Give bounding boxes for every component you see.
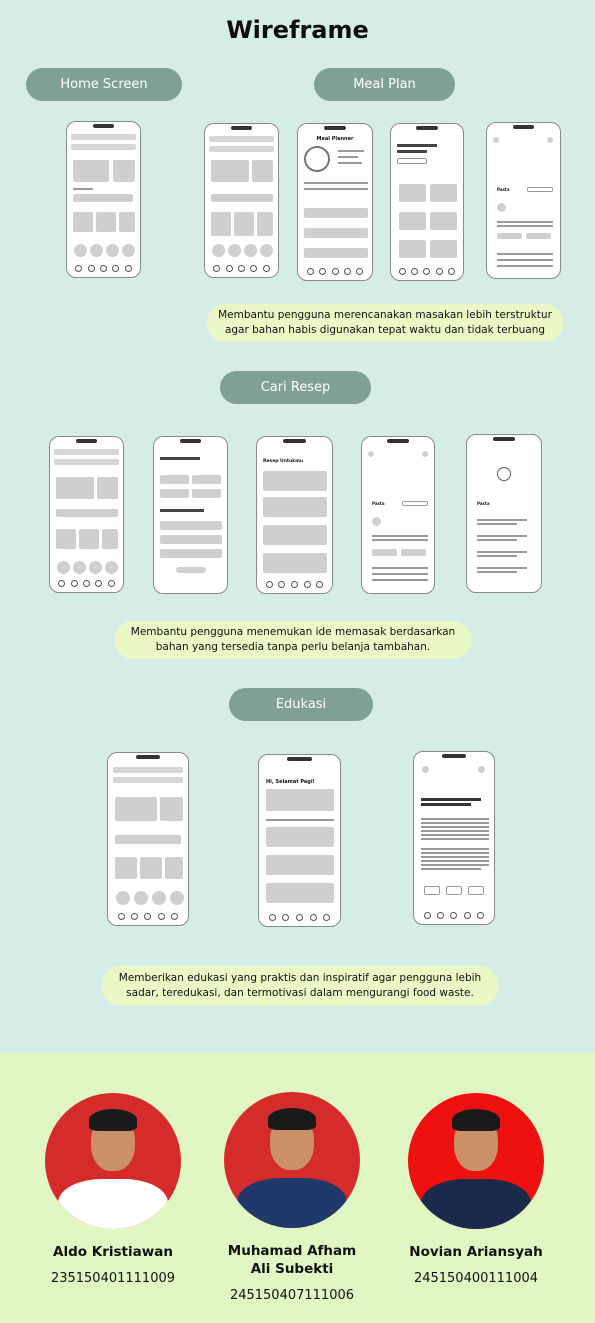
wireframe-edukasi-articles: Hi, Selamat Pagi! [258, 754, 341, 927]
avatar [408, 1093, 544, 1229]
page-title: Wireframe [226, 16, 369, 44]
member-name: Muhamad Afham Ali Subekti [227, 1243, 357, 1277]
recipe-title: Pasta [497, 187, 510, 192]
edukasi-greeting: Hi, Selamat Pagi! [266, 779, 315, 785]
wireframe-edukasi-article-detail [413, 751, 495, 925]
wireframe-meal-plan-home [204, 123, 279, 278]
avatar [45, 1093, 181, 1229]
meal-planner-heading: Meal Planner [316, 136, 354, 142]
wireframe-cari-resep-home [49, 436, 124, 593]
resep-untukmu-heading: Resep Untukmu [263, 459, 304, 464]
recipe-pasta-title: Pasta [372, 501, 385, 506]
section-label-edukasi: Edukasi [229, 688, 373, 721]
section-label-meal-plan: Meal Plan [314, 68, 455, 101]
member-id: 245150400111004 [413, 1271, 539, 1286]
team-member: Muhamad Afham Ali Subekti 24515040711100… [202, 1092, 382, 1303]
wireframe-meal-plan-select [390, 123, 464, 281]
member-name: Aldo Kristiawan [53, 1244, 173, 1260]
wireframe-home-screen [66, 121, 141, 278]
edukasi-description: Memberikan edukasi yang praktis dan insp… [102, 966, 498, 1006]
member-id: 245150407111006 [229, 1288, 355, 1303]
meal-plan-description: Membantu pengguna merencanakan masakan l… [207, 304, 563, 342]
section-label-home-screen: Home Screen [26, 68, 182, 101]
recipe-steps-title: Pasta [477, 501, 490, 506]
wireframe-recipe-steps: Pasta [466, 434, 542, 593]
team-member: Aldo Kristiawan 235150401111009 [23, 1093, 203, 1286]
wireframe-recipe-detail: Pasta [486, 122, 561, 279]
member-id: 235150401111009 [50, 1271, 176, 1286]
wireframe-resep-untukmu: Resep Untukmu [256, 436, 333, 594]
avatar [224, 1092, 360, 1228]
team-member: Novian Ariansyah 245150400111004 [386, 1093, 566, 1286]
wireframe-edukasi-home [107, 752, 189, 926]
section-label-cari-resep: Cari Resep [220, 371, 371, 404]
wireframe-recipe-pasta: Pasta [361, 436, 435, 594]
cari-resep-description: Membantu pengguna menemukan ide memasak … [115, 621, 471, 659]
wireframe-meal-planner: Meal Planner [297, 123, 373, 281]
wireframe-ingredient-form [153, 436, 228, 594]
member-name: Novian Ariansyah [409, 1244, 543, 1260]
